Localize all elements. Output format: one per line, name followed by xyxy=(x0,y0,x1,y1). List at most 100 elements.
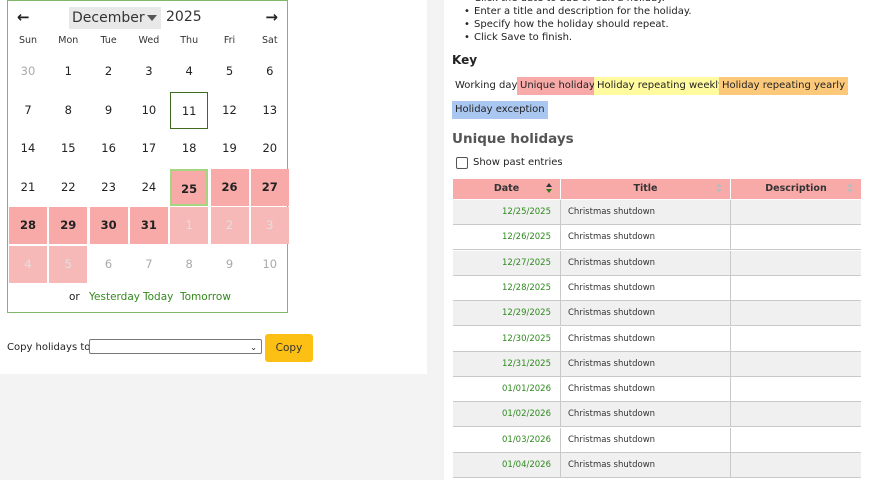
key-heading: Key xyxy=(452,53,478,67)
date-cell[interactable]: 01/02/2026 xyxy=(453,402,561,427)
table-row[interactable]: 01/02/2026 Christmas shutdown xyxy=(453,402,861,428)
year-label[interactable]: 2025 xyxy=(166,9,202,25)
table-row[interactable]: 12/25/2025 Christmas shutdown xyxy=(453,200,861,225)
month-select[interactable]: December xyxy=(69,7,161,29)
calendar-day[interactable]: 28 xyxy=(9,207,47,245)
calendar-day[interactable]: 27 xyxy=(250,168,289,206)
key-item: Working day xyxy=(452,77,521,95)
date-cell[interactable]: 12/28/2025 xyxy=(453,275,561,300)
calendar-day[interactable]: 4 xyxy=(170,53,208,90)
today-link[interactable]: Today xyxy=(143,291,173,303)
date-cell[interactable]: 01/01/2026 xyxy=(453,377,561,402)
key-item: Holiday repeating yearly xyxy=(719,77,849,95)
date-cell[interactable]: 12/26/2025 xyxy=(453,225,561,250)
title-cell: Christmas shutdown xyxy=(561,200,731,224)
calendar-day[interactable]: 30 xyxy=(9,53,47,90)
calendar-day[interactable]: 7 xyxy=(130,246,168,283)
calendar-day[interactable]: 11 xyxy=(170,91,209,129)
next-month-arrow-icon[interactable]: → xyxy=(265,8,278,26)
key-item: Unique holiday xyxy=(517,77,598,95)
weekday-label: Fri xyxy=(223,35,236,46)
calendar-day[interactable]: 17 xyxy=(130,130,168,167)
calendar-day[interactable]: 10 xyxy=(251,246,289,283)
description-cell xyxy=(731,327,861,351)
calendar-day[interactable]: 31 xyxy=(129,207,168,245)
table-row[interactable]: 01/03/2026 Christmas shutdown xyxy=(453,427,861,453)
show-past-entries-label[interactable]: Show past entries xyxy=(473,157,563,168)
table-row[interactable]: 12/26/2025 Christmas shutdown xyxy=(453,225,861,251)
table-row[interactable]: 01/04/2026 Christmas shutdown xyxy=(453,453,861,478)
date-cell[interactable]: 01/03/2026 xyxy=(453,427,561,452)
calendar-day[interactable]: 8 xyxy=(170,246,208,283)
key-item: Holiday exception xyxy=(452,101,548,119)
calendar-day[interactable]: 3 xyxy=(250,207,289,245)
description-column-header[interactable]: Description xyxy=(731,179,861,199)
table-row[interactable]: 01/01/2026 Christmas shutdown xyxy=(453,377,861,403)
holidays-panel: Click the date to add or edit a holiday.… xyxy=(444,0,880,480)
title-cell: Christmas shutdown xyxy=(561,225,731,250)
calendar-day[interactable]: 12 xyxy=(211,92,249,129)
calendar-day[interactable]: 9 xyxy=(211,246,249,283)
table-row[interactable]: 12/30/2025 Christmas shutdown xyxy=(453,326,861,352)
calendar-day[interactable]: 24 xyxy=(130,169,168,206)
show-past-entries-checkbox[interactable] xyxy=(456,157,468,169)
calendar-day[interactable]: 20 xyxy=(251,130,289,167)
calendar-day[interactable]: 6 xyxy=(90,246,128,283)
table-row[interactable]: 12/29/2025 Christmas shutdown xyxy=(453,301,861,327)
date-cell[interactable]: 12/25/2025 xyxy=(453,200,561,224)
copy-holidays-select[interactable]: ⌄ xyxy=(89,339,262,354)
description-cell xyxy=(731,453,861,477)
calendar-day[interactable]: 14 xyxy=(9,130,47,167)
calendar-day[interactable]: 16 xyxy=(90,130,128,167)
weekday-label: Mon xyxy=(58,35,79,46)
calendar-day[interactable]: 5 xyxy=(49,246,88,283)
calendar-day[interactable]: 9 xyxy=(90,92,128,129)
calendar-day[interactable]: 25 xyxy=(170,168,209,206)
calendar-day[interactable]: 15 xyxy=(49,130,87,167)
weekday-label: Thu xyxy=(180,35,199,46)
month-select-value: December xyxy=(72,10,145,26)
calendar-day[interactable]: 7 xyxy=(9,92,47,129)
calendar-day[interactable]: 5 xyxy=(211,53,249,90)
calendar-day[interactable]: 23 xyxy=(90,169,128,206)
calendar-day[interactable]: 21 xyxy=(9,169,47,206)
calendar-day[interactable]: 2 xyxy=(90,53,128,90)
calendar-day[interactable]: 3 xyxy=(130,53,168,90)
calendar-day[interactable]: 1 xyxy=(170,207,209,245)
yesterday-link[interactable]: Yesterday xyxy=(89,291,140,303)
prev-month-arrow-icon[interactable]: ← xyxy=(17,8,30,26)
calendar-day[interactable]: 19 xyxy=(211,130,249,167)
description-cell xyxy=(731,301,861,325)
copy-button[interactable]: Copy xyxy=(265,334,313,362)
calendar-day[interactable]: 22 xyxy=(49,169,87,206)
tomorrow-link[interactable]: Tomorrow xyxy=(180,291,231,303)
calendar-day[interactable]: 6 xyxy=(251,53,289,90)
calendar-day[interactable]: 18 xyxy=(170,130,208,167)
calendar-day[interactable]: 26 xyxy=(210,168,249,206)
instructions-list: Click the date to add or edit a holiday.… xyxy=(464,0,692,44)
date-cell[interactable]: 01/04/2026 xyxy=(453,453,561,477)
instruction-item: Click Save to finish. xyxy=(464,31,692,44)
calendar-day[interactable]: 2 xyxy=(210,207,249,245)
description-cell xyxy=(731,352,861,376)
description-cell xyxy=(731,428,861,452)
weekday-label: Sat xyxy=(262,35,278,46)
title-column-header[interactable]: Title xyxy=(561,179,731,199)
table-row[interactable]: 12/27/2025 Christmas shutdown xyxy=(453,250,861,276)
calendar-day[interactable]: 30 xyxy=(89,207,128,245)
chevron-down-icon xyxy=(147,15,157,21)
date-cell[interactable]: 12/31/2025 xyxy=(453,351,561,376)
calendar-day[interactable]: 4 xyxy=(9,246,47,283)
sort-icon xyxy=(847,183,854,195)
table-row[interactable]: 12/31/2025 Christmas shutdown xyxy=(453,351,861,377)
table-row[interactable]: 12/28/2025 Christmas shutdown xyxy=(453,275,861,301)
date-cell[interactable]: 12/29/2025 xyxy=(453,301,561,326)
calendar-day[interactable]: 29 xyxy=(49,207,88,245)
calendar-day[interactable]: 1 xyxy=(49,53,87,90)
date-column-header[interactable]: Date xyxy=(453,179,561,199)
date-cell[interactable]: 12/30/2025 xyxy=(453,326,561,351)
date-cell[interactable]: 12/27/2025 xyxy=(453,250,561,275)
calendar-day[interactable]: 10 xyxy=(130,92,168,129)
calendar-day[interactable]: 8 xyxy=(49,92,87,129)
calendar-day[interactable]: 13 xyxy=(251,92,289,129)
